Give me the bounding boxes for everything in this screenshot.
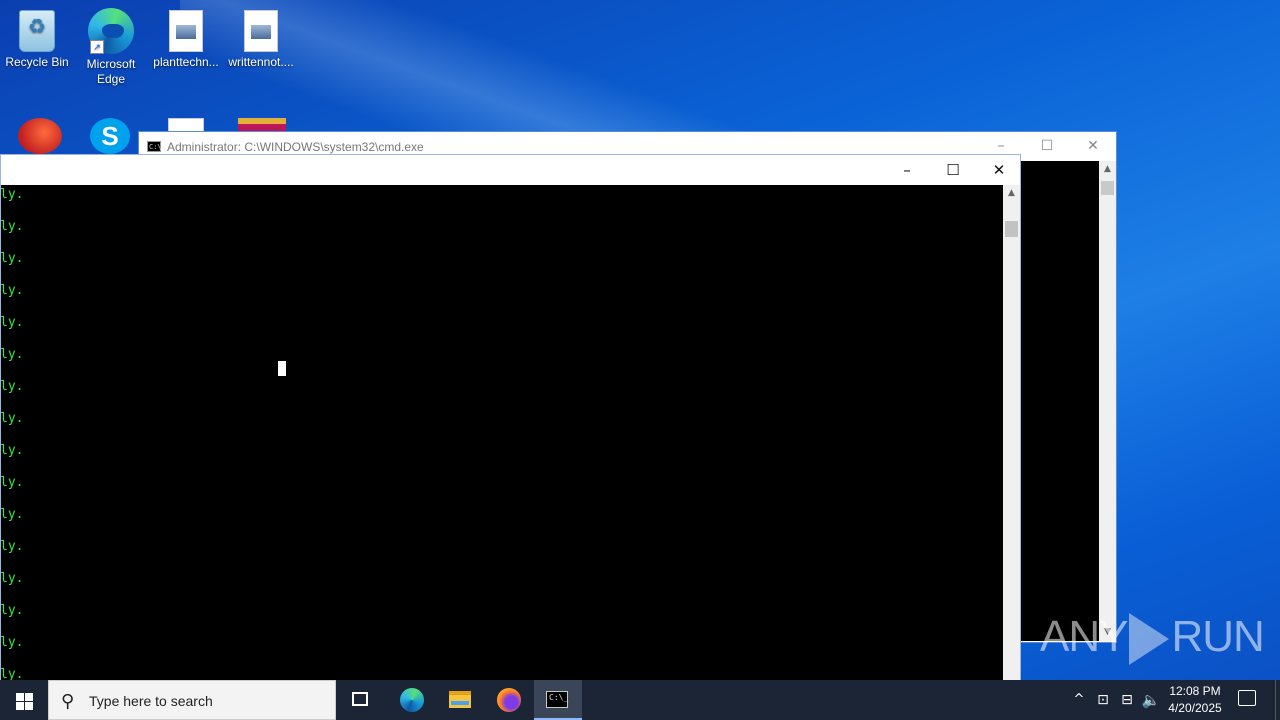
window-titlebar[interactable]: – ☐ ✕: [1, 155, 1020, 185]
console-line: ly.: [1, 379, 24, 394]
watermark-text-right: RUN: [1171, 612, 1264, 661]
desktop-icon-label: Recycle Bin: [5, 55, 69, 69]
maximize-button[interactable]: ☐: [1024, 132, 1070, 161]
clock-time: 12:08 PM: [1169, 684, 1221, 698]
volume-icon[interactable]: 🔈: [1140, 680, 1162, 720]
scroll-up-arrow-icon[interactable]: ▲: [1003, 185, 1020, 202]
cmd-icon: C:\_: [546, 691, 568, 708]
skype-icon[interactable]: S: [90, 118, 130, 154]
maximize-button[interactable]: ☐: [930, 155, 976, 185]
console-line: ly.: [1, 507, 24, 522]
anyrun-watermark: ANY RUN: [1040, 612, 1265, 666]
ccleaner-icon[interactable]: [18, 118, 62, 154]
watermark-text-left: ANY: [1040, 612, 1128, 661]
console-line: ly.: [1, 603, 24, 618]
task-view-icon[interactable]: [352, 692, 368, 706]
image-file-icon: [244, 10, 278, 52]
scrollbar-thumb[interactable]: [1101, 181, 1114, 195]
desktop-icon-label: planttechn...: [153, 55, 219, 69]
clock-date: 4/20/2025: [1168, 701, 1222, 715]
console-line: ly.: [1, 219, 24, 234]
edge-icon: ↗: [88, 8, 134, 54]
minimize-button[interactable]: –: [884, 155, 930, 185]
scroll-up-arrow-icon[interactable]: ▲: [1099, 161, 1116, 178]
taskbar-edge-icon[interactable]: [400, 688, 424, 712]
close-button[interactable]: ✕: [1070, 132, 1116, 161]
firefox-icon[interactable]: [497, 688, 521, 712]
console-line: ly.: [1, 539, 24, 554]
desktop-icon-label: Microsoft Edge: [86, 57, 136, 86]
search-placeholder: Type here to search: [89, 693, 213, 709]
console-output[interactable]: [1021, 161, 1099, 641]
vertical-scrollbar[interactable]: ▲ ▼: [1099, 161, 1116, 641]
console-line: ly.: [1, 475, 24, 490]
taskbar: ⚲ Type here to search C:\_ ^ ⊡ ⊟ 🔈 12:08…: [0, 680, 1280, 720]
windows-logo-icon: [16, 693, 24, 701]
console-line: ly.: [1, 187, 24, 202]
close-button[interactable]: ✕: [976, 155, 1022, 185]
desktop-icon-planttechn[interactable]: planttechn...: [149, 10, 223, 70]
console-line: ly.: [1, 667, 24, 681]
image-file-icon: [169, 10, 203, 52]
vertical-scrollbar[interactable]: ▲: [1003, 185, 1020, 681]
console-line: ly.: [1, 443, 24, 458]
console-output[interactable]: ly. ly. ly. ly. ly. ly. ly. ly. ly. ly. ly. ly. ly. l…: [1, 185, 1004, 681]
search-icon: ⚲: [61, 691, 75, 712]
console-line: ly.: [1, 251, 24, 266]
console-line: ly.: [1, 571, 24, 586]
console-line: ly.: [1, 635, 24, 650]
tray-chevron-up-icon[interactable]: ^: [1068, 680, 1090, 720]
console-line: ly.: [1, 411, 24, 426]
desktop-icon-recycle-bin[interactable]: Recycle Bin: [0, 10, 74, 70]
desktop-icon-label: writtennot....: [228, 55, 294, 69]
notification-center-icon[interactable]: [1238, 690, 1256, 706]
taskbar-search-box[interactable]: ⚲ Type here to search: [48, 680, 336, 720]
window-title: Administrator: C:\WINDOWS\system32\cmd.e…: [167, 140, 424, 154]
scrollbar-thumb[interactable]: [1005, 221, 1018, 237]
console-line: ly.: [1, 315, 24, 330]
console-line: ly.: [1, 283, 24, 298]
desktop-icon-microsoft-edge[interactable]: ↗ Microsoft Edge: [74, 8, 148, 87]
file-explorer-icon[interactable]: [449, 691, 471, 708]
play-icon: [1129, 613, 1170, 666]
meet-now-icon[interactable]: ⊡: [1093, 680, 1113, 720]
show-desktop-button[interactable]: [1275, 680, 1280, 720]
text-cursor: [278, 361, 286, 376]
taskbar-clock[interactable]: 12:08 PM 4/20/2025: [1160, 683, 1230, 717]
cmd-icon: C:\: [147, 141, 162, 152]
console-line: ly.: [1, 347, 24, 362]
desktop-icon-writtennot[interactable]: writtennot....: [224, 10, 298, 70]
start-button[interactable]: [0, 680, 48, 720]
shortcut-arrow-icon: ↗: [90, 40, 104, 54]
cmd-window-foreground[interactable]: – ☐ ✕ ly. ly. ly. ly. ly. ly. ly. ly. ly. ly. ly. l…: [0, 154, 1021, 681]
network-icon[interactable]: ⊟: [1116, 680, 1138, 720]
recycle-bin-icon: [19, 10, 55, 52]
